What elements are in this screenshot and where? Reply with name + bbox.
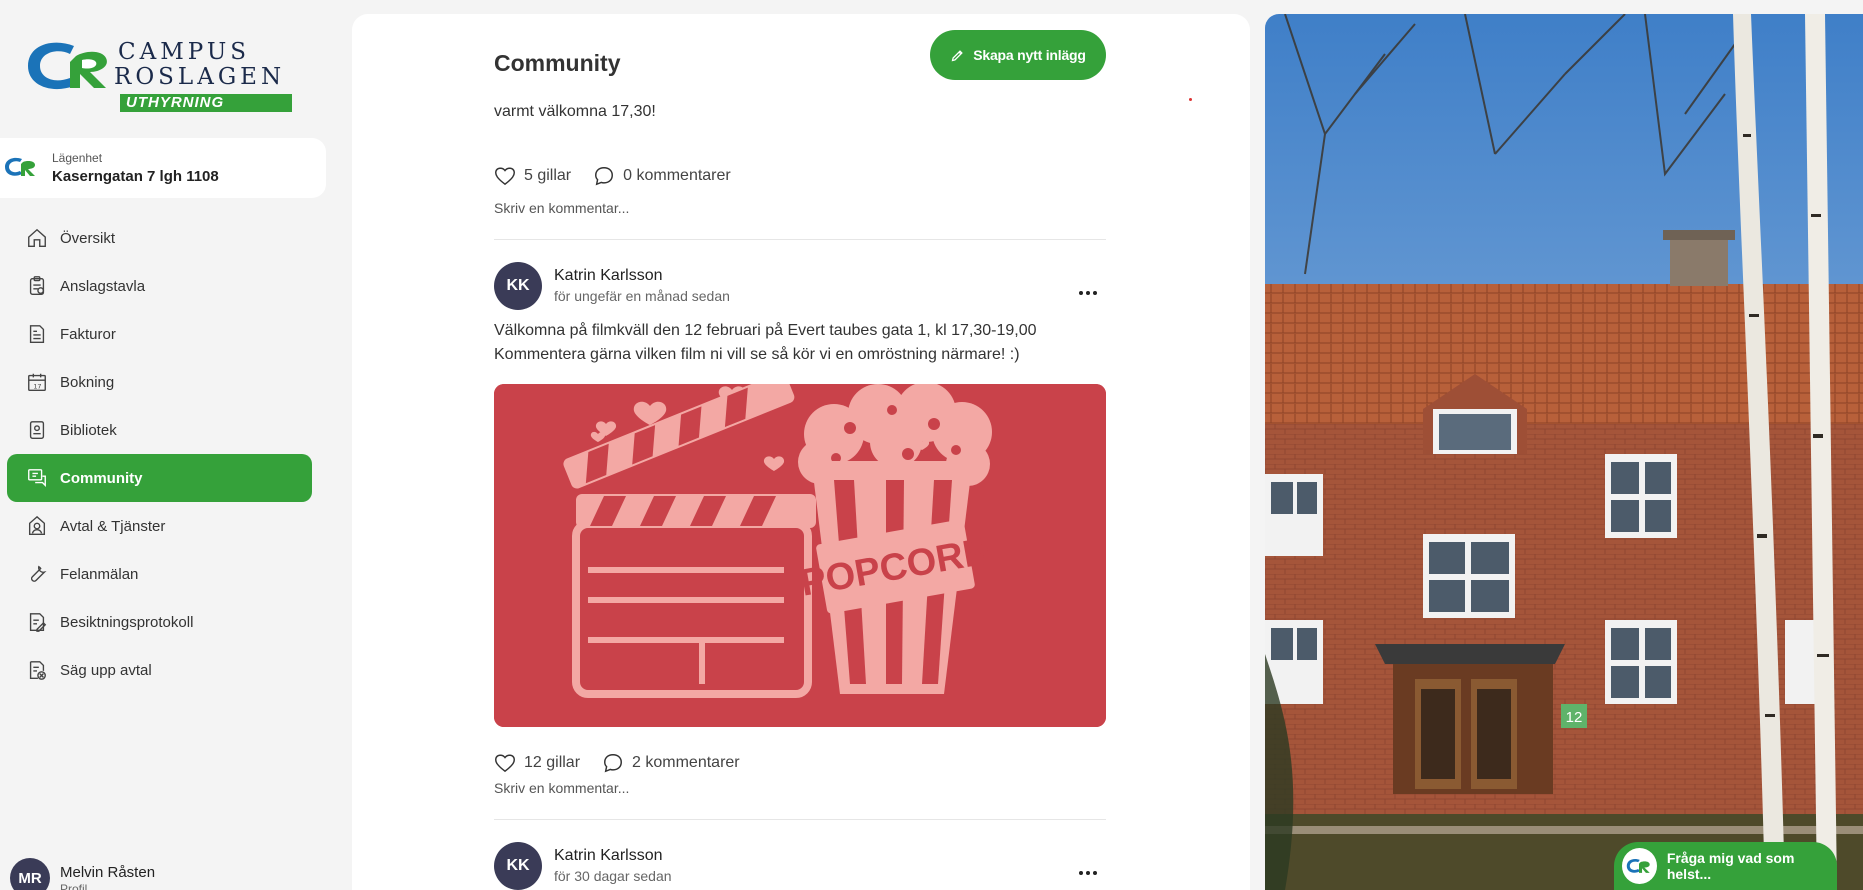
logo-line-campus: CAMPUS bbox=[118, 39, 250, 65]
author-name[interactable]: Katrin Karlsson bbox=[554, 267, 663, 285]
post-divider bbox=[494, 239, 1106, 240]
nav-label: Fakturor bbox=[60, 325, 116, 343]
comment-bubble-icon bbox=[604, 754, 623, 773]
comment-bubble-icon bbox=[595, 167, 614, 186]
author-name[interactable]: Katrin Karlsson bbox=[554, 847, 663, 865]
profile-menu[interactable]: MR Melvin Råsten Profil bbox=[10, 858, 310, 890]
nav-label: Bibliotek bbox=[60, 421, 117, 439]
pencil-icon bbox=[951, 49, 963, 61]
profile-sub: Profil bbox=[60, 882, 88, 890]
notification-dot bbox=[1189, 98, 1192, 101]
heart-icon bbox=[495, 167, 515, 186]
comments-button[interactable]: 0 kommentarer bbox=[593, 165, 731, 187]
like-button[interactable]: 12 gillar bbox=[494, 753, 580, 773]
post-actions: 12 gillar 2 kommentarer bbox=[494, 752, 740, 774]
ask-assistant-button[interactable]: Fråga mig vad som helst... bbox=[1614, 842, 1837, 890]
contract-icon bbox=[25, 514, 49, 538]
heart-icon bbox=[495, 754, 515, 773]
post-timestamp: för ungefär en månad sedan bbox=[554, 288, 730, 304]
author-avatar[interactable]: KK bbox=[494, 842, 542, 890]
library-icon bbox=[25, 418, 49, 442]
comment-input[interactable]: Skriv en kommentar... bbox=[494, 200, 629, 216]
sidebar: CAMPUS ROSLAGEN UTHYRNING Lägenhet Kaser… bbox=[0, 0, 340, 890]
clipboard-icon bbox=[25, 274, 49, 298]
post-image-popcorn-clapperboard[interactable]: POPCORN bbox=[494, 384, 1106, 727]
movie-night-illustration: POPCORN bbox=[494, 384, 1106, 727]
logo-wordmark: CAMPUS ROSLAGEN bbox=[114, 39, 285, 90]
cr-small-logo-icon bbox=[5, 157, 35, 176]
nav-label: Översikt bbox=[60, 229, 116, 247]
cancel-contract-icon bbox=[25, 658, 49, 682]
comment-input[interactable]: Skriv en kommentar... bbox=[494, 780, 629, 796]
logo-band-uthyrning: UTHYRNING bbox=[120, 94, 292, 112]
assistant-logo-icon bbox=[1622, 848, 1657, 884]
page-title: Community bbox=[494, 50, 621, 76]
nav-label: Avtal & Tjänster bbox=[60, 517, 166, 535]
nav-label: Säg upp avtal bbox=[60, 661, 152, 679]
invoice-icon bbox=[25, 322, 49, 346]
campus-roslagen-logo[interactable]: CAMPUS ROSLAGEN UTHYRNING bbox=[24, 36, 294, 116]
post-divider bbox=[494, 819, 1106, 820]
nav-item-community[interactable]: Community bbox=[7, 454, 312, 502]
nav-item-avtal-tjanster[interactable]: Avtal & Tjänster bbox=[7, 502, 312, 550]
nav-label: Community bbox=[60, 469, 143, 487]
home-icon bbox=[25, 226, 49, 250]
ask-assistant-label: Fråga mig vad som helst... bbox=[1666, 850, 1795, 882]
apartment-label: Lägenhet bbox=[52, 151, 103, 165]
post-more-options-button[interactable] bbox=[1076, 283, 1100, 303]
like-count: 12 gillar bbox=[524, 754, 581, 771]
nav-label: Felanmälan bbox=[60, 565, 139, 583]
main-nav: Översikt Anslagstavla Fakturor 17 Boknin… bbox=[7, 214, 312, 694]
profile-name: Melvin Råsten bbox=[60, 864, 156, 881]
calendar-icon: 17 bbox=[25, 370, 49, 394]
nav-item-anslagstavla[interactable]: Anslagstavla bbox=[7, 262, 312, 310]
wrench-icon bbox=[25, 562, 49, 586]
chat-icon bbox=[25, 466, 49, 490]
brick-house-illustration: 12 bbox=[1265, 14, 1863, 890]
comment-count: 2 kommentarer bbox=[632, 754, 740, 771]
nav-item-fakturor[interactable]: Fakturor bbox=[7, 310, 312, 358]
nav-item-besiktningsprotokoll[interactable]: Besiktningsprotokoll bbox=[7, 598, 312, 646]
nav-item-sag-upp-avtal[interactable]: Säg upp avtal bbox=[7, 646, 312, 694]
nav-item-bibliotek[interactable]: Bibliotek bbox=[7, 406, 312, 454]
nav-label: Anslagstavla bbox=[60, 277, 146, 295]
nav-label: Besiktningsprotokoll bbox=[60, 613, 194, 631]
cr-logo-mark-icon bbox=[28, 42, 107, 90]
apartment-value: Kaserngatan 7 lgh 1108 bbox=[52, 168, 219, 185]
apartment-selector[interactable]: Lägenhet Kaserngatan 7 lgh 1108 bbox=[0, 138, 326, 198]
create-post-button[interactable]: Skapa nytt inlägg bbox=[930, 30, 1106, 80]
building-photo: 12 bbox=[1265, 14, 1863, 890]
author-avatar[interactable]: KK bbox=[494, 262, 542, 310]
like-button[interactable]: 5 gillar bbox=[494, 166, 571, 186]
post-text-line-1: Välkomna på filmkväll den 12 februari på… bbox=[494, 322, 1037, 339]
nav-item-oversikt[interactable]: Översikt bbox=[7, 214, 312, 262]
nav-item-bokning[interactable]: 17 Bokning bbox=[7, 358, 312, 406]
create-post-label: Skapa nytt inlägg bbox=[973, 47, 1086, 63]
avatar: MR bbox=[10, 858, 50, 890]
comments-button[interactable]: 2 kommentarer bbox=[602, 752, 740, 774]
comment-count: 0 kommentarer bbox=[623, 167, 731, 184]
house-number: 12 bbox=[1566, 709, 1583, 726]
community-feed: Community Skapa nytt inlägg varmt välkom… bbox=[352, 14, 1250, 890]
post-timestamp: för 30 dagar sedan bbox=[554, 868, 672, 884]
logo-line-roslagen: ROSLAGEN bbox=[114, 64, 286, 90]
inspection-icon bbox=[25, 610, 49, 634]
svg-text:17: 17 bbox=[33, 382, 41, 390]
post-actions: 5 gillar 0 kommentarer bbox=[494, 165, 731, 187]
like-count: 5 gillar bbox=[524, 167, 572, 184]
post-text-line-2: Kommentera gärna vilken film ni vill se … bbox=[494, 346, 1020, 363]
post-more-options-button[interactable] bbox=[1076, 863, 1100, 883]
nav-item-felanmalan[interactable]: Felanmälan bbox=[7, 550, 312, 598]
nav-label: Bokning bbox=[60, 373, 115, 391]
post-text: varmt välkomna 17,30! bbox=[494, 103, 656, 120]
